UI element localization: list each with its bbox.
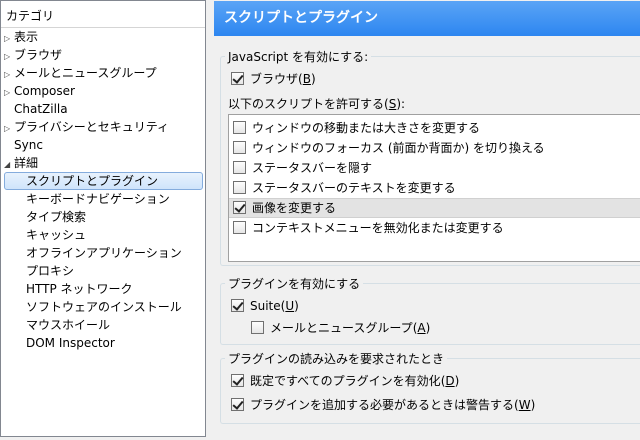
- tree-item-browser[interactable]: ▷ ブラウザ: [4, 46, 62, 64]
- category-tree[interactable]: カテゴリ ▷ 表示 ▷ ブラウザ ▷ メールとニュースグループ ▷ Composer C…: [0, 0, 206, 437]
- checkbox-unchecked-icon[interactable]: [233, 181, 246, 194]
- tree-item-chatzilla[interactable]: ChatZilla: [14, 100, 68, 118]
- tree-item-offline-apps[interactable]: オフラインアプリケーション: [26, 244, 182, 262]
- accesskey: S: [388, 97, 397, 111]
- accesskey: A: [417, 321, 426, 335]
- tree-item-privacy-security[interactable]: ▷ プライバシーとセキュリティ: [4, 118, 169, 136]
- tree-item-http-network[interactable]: HTTP ネットワーク: [26, 280, 133, 298]
- mail-plugins-label: メールとニュースグループ: [270, 321, 413, 335]
- tree-item-advanced[interactable]: ◢ 詳細: [4, 154, 38, 172]
- tree-item-label: Composer: [14, 84, 75, 98]
- warn-plugins-checkbox[interactable]: プラグインを追加する必要があるときは警告する(W): [231, 395, 535, 415]
- tree-item-display[interactable]: ▷ 表示: [4, 28, 38, 46]
- tree-item-keyboard-navigation[interactable]: キーボードナビゲーション: [26, 190, 170, 208]
- list-item-label: コンテキストメニューを無効化または変更する: [252, 221, 504, 235]
- suite-plugins-label: Suite: [250, 299, 281, 313]
- tree-item-mail-news[interactable]: ▷ メールとニュースグループ: [4, 64, 157, 82]
- tree-item-label: ブラウザ: [14, 48, 63, 62]
- browser-javascript-checkbox[interactable]: ブラウザ(B): [231, 69, 316, 89]
- checkbox-unchecked-icon[interactable]: [233, 221, 246, 234]
- checkbox-unchecked-icon[interactable]: [233, 121, 246, 134]
- list-item-label: ウィンドウのフォーカス (前面か背面か) を切り換える: [252, 141, 545, 155]
- accesskey: W: [518, 398, 531, 412]
- mail-plugins-checkbox[interactable]: メールとニュースグループ(A): [251, 318, 430, 338]
- checkbox-checked-icon[interactable]: [231, 72, 244, 85]
- tree-item-find-as-you-type[interactable]: タイプ検索: [26, 208, 86, 226]
- warn-plugins-label: プラグインを追加する必要があるときは警告する: [250, 398, 515, 412]
- accesskey: B: [302, 72, 311, 86]
- tree-item-label: 表示: [14, 30, 39, 44]
- tree-item-label: メールとニュースグループ: [14, 66, 157, 80]
- list-item-label: ステータスバーを隠す: [252, 161, 373, 175]
- list-item-label: ウィンドウの移動または大きさを変更する: [252, 121, 481, 135]
- checkbox-checked-icon[interactable]: [231, 299, 244, 312]
- list-item-move-resize-window[interactable]: ウィンドウの移動または大きさを変更する: [229, 118, 640, 138]
- tree-item-sync[interactable]: Sync: [14, 136, 43, 154]
- tree-item-label: オフラインアプリケーション: [26, 246, 182, 260]
- tree-item-label: スクリプトとプラグイン: [26, 174, 159, 188]
- checkbox-checked-icon[interactable]: [231, 398, 244, 411]
- plugins-group-caption: プラグインを有効にする: [225, 277, 364, 291]
- tree-item-label: マウスホイール: [26, 318, 111, 332]
- tree-item-label: キャッシュ: [26, 228, 87, 242]
- checkbox-checked-icon[interactable]: [231, 374, 244, 387]
- list-item-change-images[interactable]: 画像を変更する: [229, 198, 640, 218]
- expand-arrow-icon[interactable]: ▷: [4, 84, 14, 102]
- browser-javascript-label: ブラウザ: [250, 72, 299, 86]
- category-tree-header: カテゴリ: [1, 1, 205, 28]
- allow-scripts-list[interactable]: ウィンドウの移動または大きさを変更する ウィンドウのフォーカス (前面か背面か)…: [228, 114, 640, 262]
- tree-item-label: Sync: [14, 138, 43, 152]
- tree-item-composer[interactable]: ▷ Composer: [4, 82, 75, 100]
- tree-item-scripts-plugins[interactable]: スクリプトとプラグイン: [4, 172, 203, 190]
- list-item-label: 画像を変更する: [252, 201, 337, 215]
- tree-item-proxy[interactable]: プロキシ: [26, 262, 74, 280]
- checkbox-unchecked-icon[interactable]: [233, 141, 246, 154]
- tree-item-label: プライバシーとセキュリティ: [14, 120, 170, 134]
- enable-all-plugins-label: 既定ですべてのプラグインを有効化: [250, 374, 441, 388]
- list-item-change-status-text[interactable]: ステータスバーのテキストを変更する: [229, 178, 640, 198]
- expand-arrow-icon[interactable]: ▷: [4, 120, 14, 138]
- tree-item-label: HTTP ネットワーク: [26, 282, 133, 296]
- plugin-load-group-caption: プラグインの読み込みを要求されたとき: [225, 352, 448, 366]
- list-item-raise-lower-window[interactable]: ウィンドウのフォーカス (前面か背面か) を切り換える: [229, 138, 640, 158]
- tree-item-software-install[interactable]: ソフトウェアのインストール: [26, 298, 182, 316]
- tree-item-label: タイプ検索: [26, 210, 87, 224]
- tree-item-label: ChatZilla: [14, 102, 68, 116]
- tree-item-label: 詳細: [14, 156, 39, 170]
- tree-item-mouse-wheel[interactable]: マウスホイール: [26, 316, 110, 334]
- enable-all-plugins-checkbox[interactable]: 既定ですべてのプラグインを有効化(D): [231, 371, 459, 391]
- list-item-label: ステータスバーのテキストを変更する: [252, 181, 456, 195]
- tree-item-label: キーボードナビゲーション: [26, 192, 170, 206]
- accesskey: D: [445, 374, 455, 388]
- suite-plugins-checkbox[interactable]: Suite(U): [231, 296, 299, 316]
- page-title: スクリプトとプラグイン: [214, 1, 640, 36]
- checkbox-unchecked-icon[interactable]: [251, 321, 264, 334]
- allow-scripts-label-row: 以下のスクリプトを許可する(S):: [228, 97, 406, 111]
- tree-item-label: ソフトウェアのインストール: [26, 300, 182, 314]
- list-item-context-menu[interactable]: コンテキストメニューを無効化または変更する: [229, 218, 640, 238]
- tree-item-label: DOM Inspector: [26, 336, 115, 350]
- tree-item-cache[interactable]: キャッシュ: [26, 226, 86, 244]
- tree-item-label: プロキシ: [26, 264, 75, 278]
- checkbox-unchecked-icon[interactable]: [233, 161, 246, 174]
- checkbox-checked-icon[interactable]: [233, 201, 246, 214]
- javascript-group-caption: JavaScript を有効にする:: [225, 50, 372, 64]
- list-item-hide-status-bar[interactable]: ステータスバーを隠す: [229, 158, 640, 178]
- tree-item-dom-inspector[interactable]: DOM Inspector: [26, 334, 115, 352]
- accesskey: U: [285, 299, 295, 313]
- allow-scripts-label: 以下のスクリプトを許可する: [228, 97, 385, 111]
